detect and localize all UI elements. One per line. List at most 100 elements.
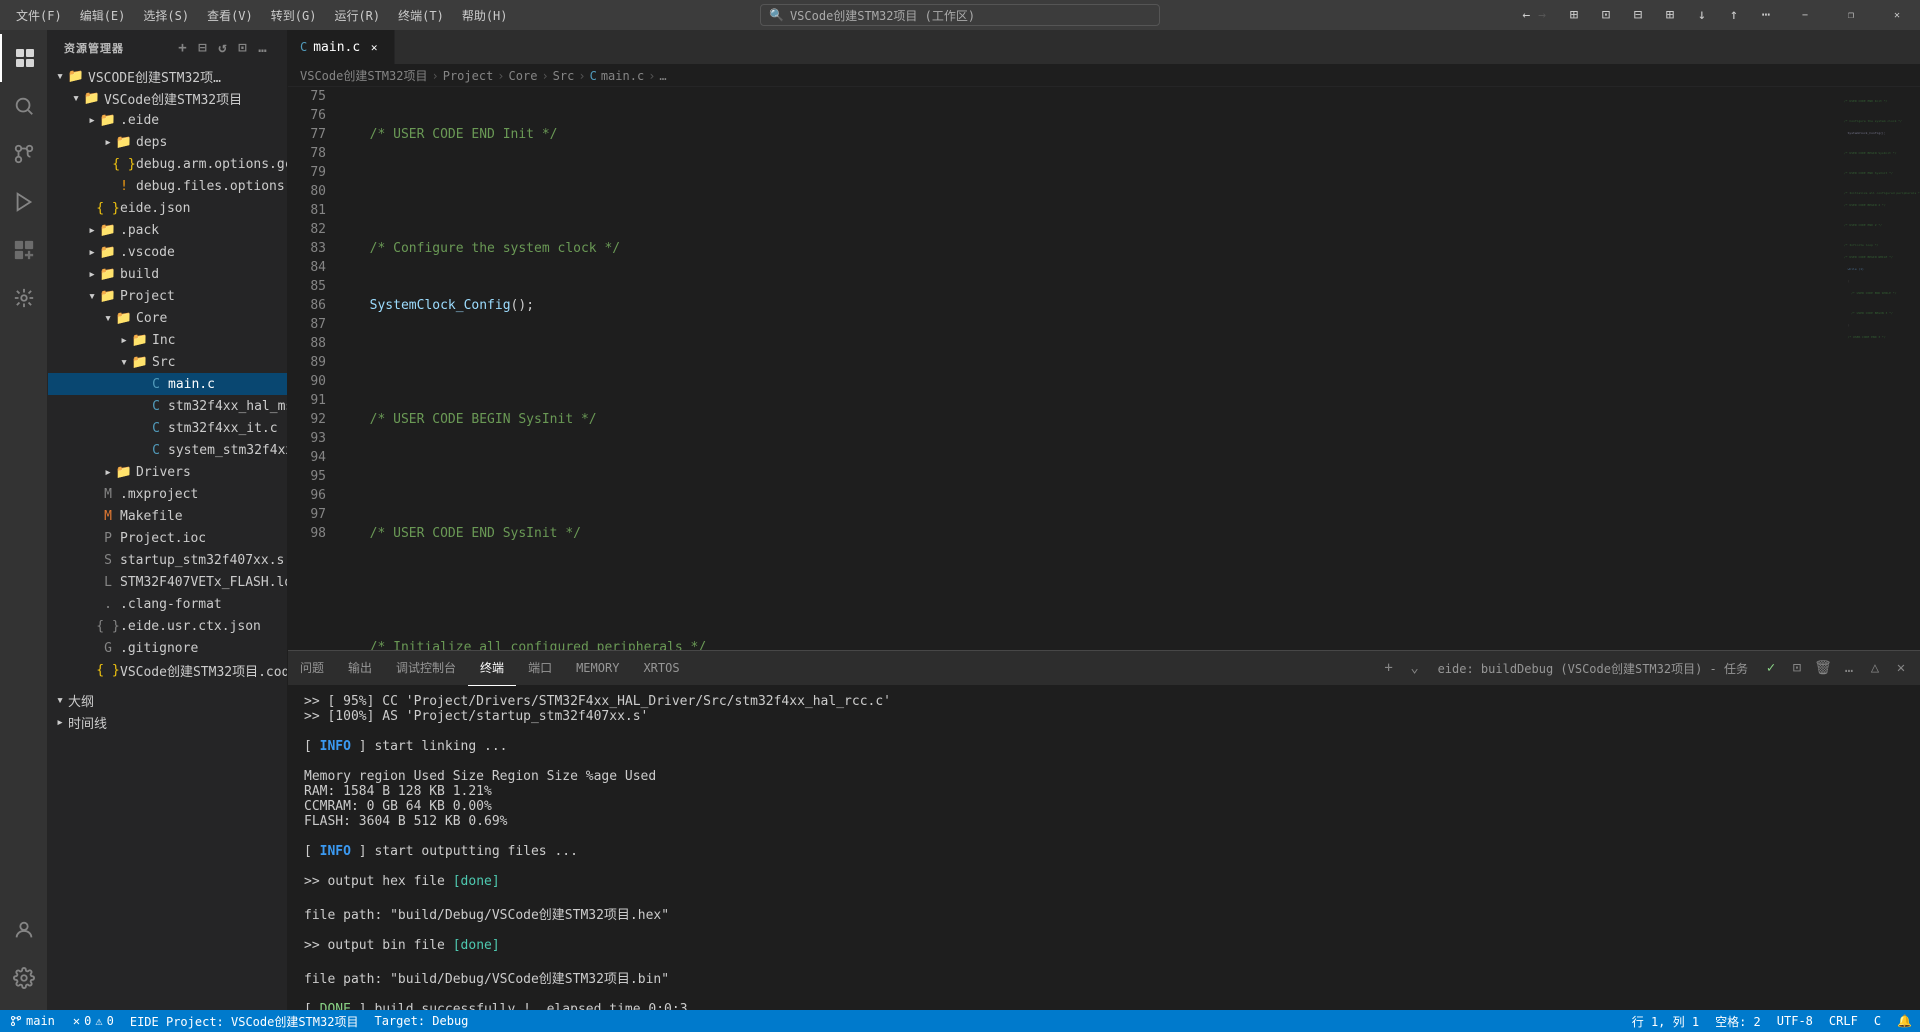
toolbar-icon-5[interactable]: ↓ [1686, 0, 1718, 30]
tree-item-debug-arm[interactable]: ▸ { } debug.arm.options.gcc.json [48, 153, 287, 175]
tree-item-codework[interactable]: ▸ { } VSCode创建STM32项目.code-work… [48, 659, 287, 681]
breadcrumb-core[interactable]: Core [509, 69, 538, 83]
status-git-branch[interactable]: main [0, 1010, 65, 1032]
status-errors[interactable]: ✕ 0 ⚠ 0 [65, 1010, 122, 1032]
breadcrumb-project[interactable]: Project [443, 69, 494, 83]
tree-item-inc[interactable]: ▸ 📁 Inc [48, 329, 287, 351]
new-file-btn[interactable]: + [175, 40, 191, 56]
status-spaces[interactable]: 空格: 2 [1707, 1010, 1769, 1032]
activity-search[interactable] [0, 82, 48, 130]
tree-item-eide-json[interactable]: ▸ { } eide.json [48, 197, 287, 219]
tab-memory[interactable]: MEMORY [564, 651, 631, 686]
tree-item-core[interactable]: ▾ 📁 Core [48, 307, 287, 329]
toolbar-icon-4[interactable]: ⊞ [1654, 0, 1686, 30]
status-bar: main ✕ 0 ⚠ 0 EIDE Project: VSCode创建STM32… [0, 1010, 1920, 1032]
tree-item-vscode-project[interactable]: ▾ 📁 VSCode创建STM32项目 [48, 87, 287, 109]
split-terminal-btn[interactable]: ⌄ [1404, 657, 1426, 679]
terminal-more-btn[interactable]: … [1838, 657, 1860, 679]
tree-item-eide-usr[interactable]: ▸ { } .eide.usr.ctx.json [48, 615, 287, 637]
tab-ports[interactable]: 端口 [516, 651, 564, 686]
toolbar-icon-1[interactable]: ⊞ [1558, 0, 1590, 30]
status-cursor[interactable]: 行 1, 列 1 [1624, 1010, 1707, 1032]
menu-select[interactable]: 选择(S) [135, 5, 197, 26]
tab-close-btn[interactable]: ✕ [366, 39, 382, 55]
tree-item-clang[interactable]: ▸ . .clang-format [48, 593, 287, 615]
tree-item-system[interactable]: ▸ C system_stm32f4xx.c [48, 439, 287, 461]
menu-edit[interactable]: 编辑(E) [72, 5, 134, 26]
menu-help[interactable]: 帮助(H) [454, 5, 516, 26]
more-btn[interactable]: … [255, 40, 271, 56]
activity-scm[interactable] [0, 130, 48, 178]
tab-problems[interactable]: 问题 [288, 651, 336, 686]
status-language[interactable]: C [1866, 1010, 1889, 1032]
toolbar-icon-7[interactable]: ⋯ [1750, 0, 1782, 30]
tree-item-eide[interactable]: ▸ 📁 .eide [48, 109, 287, 131]
tab-main-c[interactable]: C main.c ✕ [288, 30, 395, 64]
activity-run[interactable] [0, 178, 48, 226]
tree-item-stm32-hal[interactable]: ▸ C stm32f4xx_hal_msp.c [48, 395, 287, 417]
nav-back-btn[interactable]: ← [1522, 8, 1530, 23]
tree-item-daxiao[interactable]: ▾ 大纲 [48, 689, 287, 711]
status-eide-project[interactable]: EIDE Project: VSCode创建STM32项目 [122, 1010, 367, 1032]
breadcrumb-src[interactable]: Src [553, 69, 575, 83]
warning-icon: ⚠ [95, 1014, 102, 1028]
tree-item-vscode[interactable]: ▸ 📁 .vscode [48, 241, 287, 263]
tree-item-startup[interactable]: ▸ S startup_stm32f407xx.s [48, 549, 287, 571]
tree-item-mxproject[interactable]: ▸ M .mxproject [48, 483, 287, 505]
add-terminal-btn[interactable]: + [1378, 657, 1400, 679]
restore-button[interactable]: ❐ [1828, 0, 1874, 30]
tree-item-deps[interactable]: ▸ 📁 deps [48, 131, 287, 153]
tab-xrtos[interactable]: XRTOS [631, 651, 691, 686]
activity-extensions[interactable] [0, 226, 48, 274]
tree-item-gitignore[interactable]: ▸ G .gitignore [48, 637, 287, 659]
menu-terminal[interactable]: 终端(T) [390, 5, 452, 26]
status-notifications[interactable]: 🔔 [1889, 1010, 1920, 1032]
tree-item-stm32-it[interactable]: ▸ C stm32f4xx_it.c [48, 417, 287, 439]
tree-item-project[interactable]: ▾ 📁 Project [48, 285, 287, 307]
code-area[interactable]: /* USER CODE END Init */ /* Configure th… [338, 87, 1840, 650]
new-folder-btn[interactable]: ⊟ [195, 40, 211, 56]
tree-item-debug-files[interactable]: ▸ ! debug.files.options.yml [48, 175, 287, 197]
collapse-btn[interactable]: ⊡ [235, 40, 251, 56]
nav-forward-btn[interactable]: → [1538, 8, 1546, 23]
terminal-split-btn[interactable]: ⊡ [1786, 657, 1808, 679]
activity-eide[interactable] [0, 274, 48, 322]
tab-debug-console[interactable]: 调试控制台 [384, 651, 468, 686]
tab-terminal[interactable]: 终端 [468, 651, 516, 686]
menu-view[interactable]: 查看(V) [199, 5, 261, 26]
tree-item-makefile[interactable]: ▸ M Makefile [48, 505, 287, 527]
breadcrumb-file[interactable]: main.c [601, 69, 644, 83]
terminal-maximize-btn[interactable]: △ [1864, 657, 1886, 679]
tree-item-shijian[interactable]: ▸ 时间线 [48, 711, 287, 733]
terminal-trash-btn[interactable]: 🗑 [1812, 657, 1834, 679]
tree-item-main-c[interactable]: ▸ C main.c [48, 373, 287, 395]
tree-item-ld[interactable]: ▸ L STM32F407VETx_FLASH.ld [48, 571, 287, 593]
activity-account[interactable] [0, 906, 48, 954]
activity-explorer[interactable] [0, 34, 48, 82]
activity-settings[interactable] [0, 954, 48, 1002]
breadcrumb-root[interactable]: VSCode创建STM32项目 [300, 67, 427, 84]
tree-item-root[interactable]: ▾ 📁 VSCODE创建STM32项… [48, 65, 287, 87]
menu-goto[interactable]: 转到(G) [263, 5, 325, 26]
tab-output[interactable]: 输出 [336, 651, 384, 686]
status-encoding[interactable]: UTF-8 [1769, 1010, 1821, 1032]
toolbar-icon-2[interactable]: ⊡ [1590, 0, 1622, 30]
tree-item-src[interactable]: ▾ 📁 Src [48, 351, 287, 373]
status-line-endings[interactable]: CRLF [1821, 1010, 1866, 1032]
search-bar[interactable]: 🔍 VSCode创建STM32项目 (工作区) [760, 4, 1160, 26]
tree-item-pack[interactable]: ▸ 📁 .pack [48, 219, 287, 241]
terminal-close-btn[interactable]: ✕ [1890, 657, 1912, 679]
breadcrumb-dots[interactable]: … [659, 69, 666, 83]
status-target[interactable]: Target: Debug [366, 1010, 476, 1032]
tree-item-project-ioc[interactable]: ▸ P Project.ioc [48, 527, 287, 549]
close-button[interactable]: ✕ [1874, 0, 1920, 30]
toolbar-icon-6[interactable]: ↑ [1718, 0, 1750, 30]
refresh-btn[interactable]: ↺ [215, 40, 231, 56]
editor-content[interactable]: 75 76 77 78 79 80 81 82 83 84 85 86 87 8… [288, 87, 1920, 650]
menu-file[interactable]: 文件(F) [8, 5, 70, 26]
menu-run[interactable]: 运行(R) [326, 5, 388, 26]
tree-item-build[interactable]: ▸ 📁 build [48, 263, 287, 285]
toolbar-icon-3[interactable]: ⊟ [1622, 0, 1654, 30]
tree-item-drivers[interactable]: ▸ 📁 Drivers [48, 461, 287, 483]
minimize-button[interactable]: − [1782, 0, 1828, 30]
